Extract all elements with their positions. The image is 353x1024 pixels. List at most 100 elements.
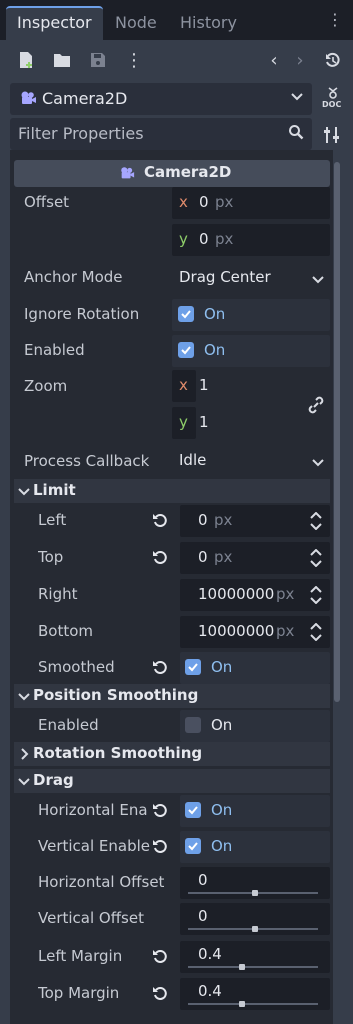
zoom-label: Zoom bbox=[24, 377, 68, 395]
more-icon[interactable]: ⋮ bbox=[122, 48, 146, 72]
dock-tab-bar: Inspector Node History ⋮ bbox=[0, 0, 353, 40]
node-selector[interactable]: Camera2D bbox=[10, 83, 312, 115]
filter-row: Filter Properties bbox=[0, 116, 353, 150]
anchor-mode-label: Anchor Mode bbox=[24, 268, 123, 286]
slider-grabber[interactable] bbox=[239, 964, 245, 970]
position-smoothing-enabled-label: Enabled bbox=[38, 716, 99, 734]
enabled-label: Enabled bbox=[24, 341, 85, 359]
doc-help-icon[interactable]: DOC bbox=[321, 86, 345, 112]
vertical-scrollbar[interactable] bbox=[334, 162, 340, 702]
drag-horizontal-offset-field[interactable]: 0 bbox=[180, 867, 330, 899]
tab-history[interactable]: History bbox=[169, 6, 248, 40]
object-properties-icon[interactable] bbox=[322, 125, 342, 149]
position-smoothing-enabled-field[interactable]: On bbox=[180, 710, 330, 742]
forward-icon[interactable]: › bbox=[288, 48, 312, 72]
zoom-x-value[interactable]: 1 bbox=[199, 376, 209, 394]
revert-icon[interactable] bbox=[152, 512, 168, 532]
limit-bottom-label: Bottom bbox=[38, 622, 94, 640]
limit-left-field[interactable]: 0 px bbox=[180, 505, 330, 537]
offset-x-field[interactable]: x 0 px bbox=[172, 187, 330, 219]
drag-vertical-offset-value: 0 bbox=[198, 907, 208, 925]
zoom-x-axis: x bbox=[172, 370, 196, 402]
drag-horizontal-enabled-checkbox[interactable] bbox=[185, 802, 201, 818]
limit-smoothed-field[interactable]: On bbox=[180, 652, 330, 684]
revert-icon[interactable] bbox=[152, 549, 168, 569]
drag-left-margin-field[interactable]: 0.4 bbox=[180, 941, 330, 973]
slider-grabber[interactable] bbox=[252, 890, 258, 896]
drag-vertical-offset-field[interactable]: 0 bbox=[180, 903, 330, 935]
drag-vertical-enabled-field[interactable]: On bbox=[180, 831, 330, 863]
slider-grabber[interactable] bbox=[252, 926, 258, 932]
position-smoothing-enabled-state: On bbox=[211, 716, 233, 734]
process-callback-dropdown[interactable]: Idle bbox=[172, 445, 330, 477]
section-drag[interactable]: Drag bbox=[14, 769, 330, 793]
camera2d-icon bbox=[19, 89, 37, 111]
save-icon[interactable] bbox=[86, 48, 110, 72]
link-icon[interactable] bbox=[307, 396, 325, 418]
dock-menu-icon[interactable]: ⋮ bbox=[327, 10, 343, 29]
zoom-y-value[interactable]: 1 bbox=[199, 413, 209, 431]
axis-x-label: x bbox=[179, 376, 188, 394]
ignore-rotation-checkbox[interactable] bbox=[178, 306, 194, 322]
chevron-down-icon bbox=[18, 773, 30, 791]
enabled-state: On bbox=[204, 341, 226, 359]
limit-right-field[interactable]: 10000000 px bbox=[180, 579, 330, 611]
offset-y-value: 0 bbox=[199, 230, 209, 248]
spinner-arrows-icon[interactable] bbox=[310, 511, 322, 534]
drag-top-margin-value: 0.4 bbox=[198, 982, 222, 1000]
tab-inspector[interactable]: Inspector bbox=[6, 6, 103, 40]
filter-properties-input[interactable]: Filter Properties bbox=[10, 118, 312, 150]
new-resource-icon[interactable] bbox=[14, 48, 38, 72]
spinner-arrows-icon[interactable] bbox=[310, 585, 322, 608]
limit-top-field[interactable]: 0 px bbox=[180, 542, 330, 574]
spinner-arrows-icon[interactable] bbox=[310, 622, 322, 645]
drag-left-margin-value: 0.4 bbox=[198, 945, 222, 963]
limit-left-value: 0 bbox=[198, 511, 208, 529]
drag-top-margin-field[interactable]: 0.4 bbox=[180, 978, 330, 1010]
drag-top-margin-slider[interactable] bbox=[188, 1003, 318, 1005]
spinner-arrows-icon[interactable] bbox=[310, 548, 322, 571]
limit-bottom-field[interactable]: 10000000 px bbox=[180, 616, 330, 648]
drag-vertical-offset-label: Vertical Offset bbox=[38, 909, 144, 927]
class-header: Camera2D bbox=[14, 160, 330, 187]
revert-icon[interactable] bbox=[152, 948, 168, 968]
limit-smoothed-checkbox[interactable] bbox=[185, 659, 201, 675]
open-folder-icon[interactable] bbox=[50, 48, 74, 72]
drag-horizontal-enabled-field[interactable]: On bbox=[180, 795, 330, 827]
drag-vertical-enabled-checkbox[interactable] bbox=[185, 838, 201, 854]
drag-left-margin-slider[interactable] bbox=[188, 966, 318, 968]
back-icon[interactable]: ‹ bbox=[262, 48, 286, 72]
revert-icon[interactable] bbox=[152, 659, 168, 679]
section-rotation-smoothing[interactable]: Rotation Smoothing bbox=[14, 742, 330, 766]
section-limit[interactable]: Limit bbox=[14, 479, 330, 503]
filter-placeholder: Filter Properties bbox=[18, 124, 144, 143]
limit-smoothed-label: Smoothed bbox=[38, 658, 115, 676]
offset-y-field[interactable]: y 0 px bbox=[172, 224, 330, 256]
drag-horizontal-offset-value: 0 bbox=[198, 871, 208, 889]
enabled-checkbox[interactable] bbox=[178, 342, 194, 358]
unit-label: px bbox=[276, 622, 295, 640]
inspector-toolbar: ⋮ ‹ › bbox=[0, 40, 353, 80]
revert-icon[interactable] bbox=[152, 985, 168, 1005]
axis-x-label: x bbox=[179, 193, 188, 211]
class-title: Camera2D bbox=[144, 163, 232, 181]
section-title: Limit bbox=[33, 481, 76, 499]
drag-horizontal-enabled-label: Horizontal Ena bbox=[38, 801, 148, 819]
camera2d-icon bbox=[119, 165, 135, 185]
position-smoothing-enabled-checkbox[interactable] bbox=[185, 717, 201, 733]
enabled-field[interactable]: On bbox=[172, 335, 330, 367]
axis-y-label: y bbox=[179, 230, 188, 248]
node-name: Camera2D bbox=[42, 89, 128, 108]
unit-label: px bbox=[215, 193, 234, 211]
anchor-mode-dropdown[interactable]: Drag Center bbox=[172, 262, 330, 294]
offset-label: Offset bbox=[24, 193, 70, 211]
section-position-smoothing[interactable]: Position Smoothing bbox=[14, 684, 330, 708]
revert-icon[interactable] bbox=[152, 802, 168, 822]
drag-horizontal-enabled-state: On bbox=[211, 801, 233, 819]
slider-grabber[interactable] bbox=[239, 1001, 245, 1007]
history-icon[interactable] bbox=[321, 48, 345, 72]
revert-icon[interactable] bbox=[152, 838, 168, 858]
tab-node[interactable]: Node bbox=[104, 6, 168, 40]
ignore-rotation-field[interactable]: On bbox=[172, 299, 330, 331]
chevron-down-icon bbox=[312, 271, 324, 289]
